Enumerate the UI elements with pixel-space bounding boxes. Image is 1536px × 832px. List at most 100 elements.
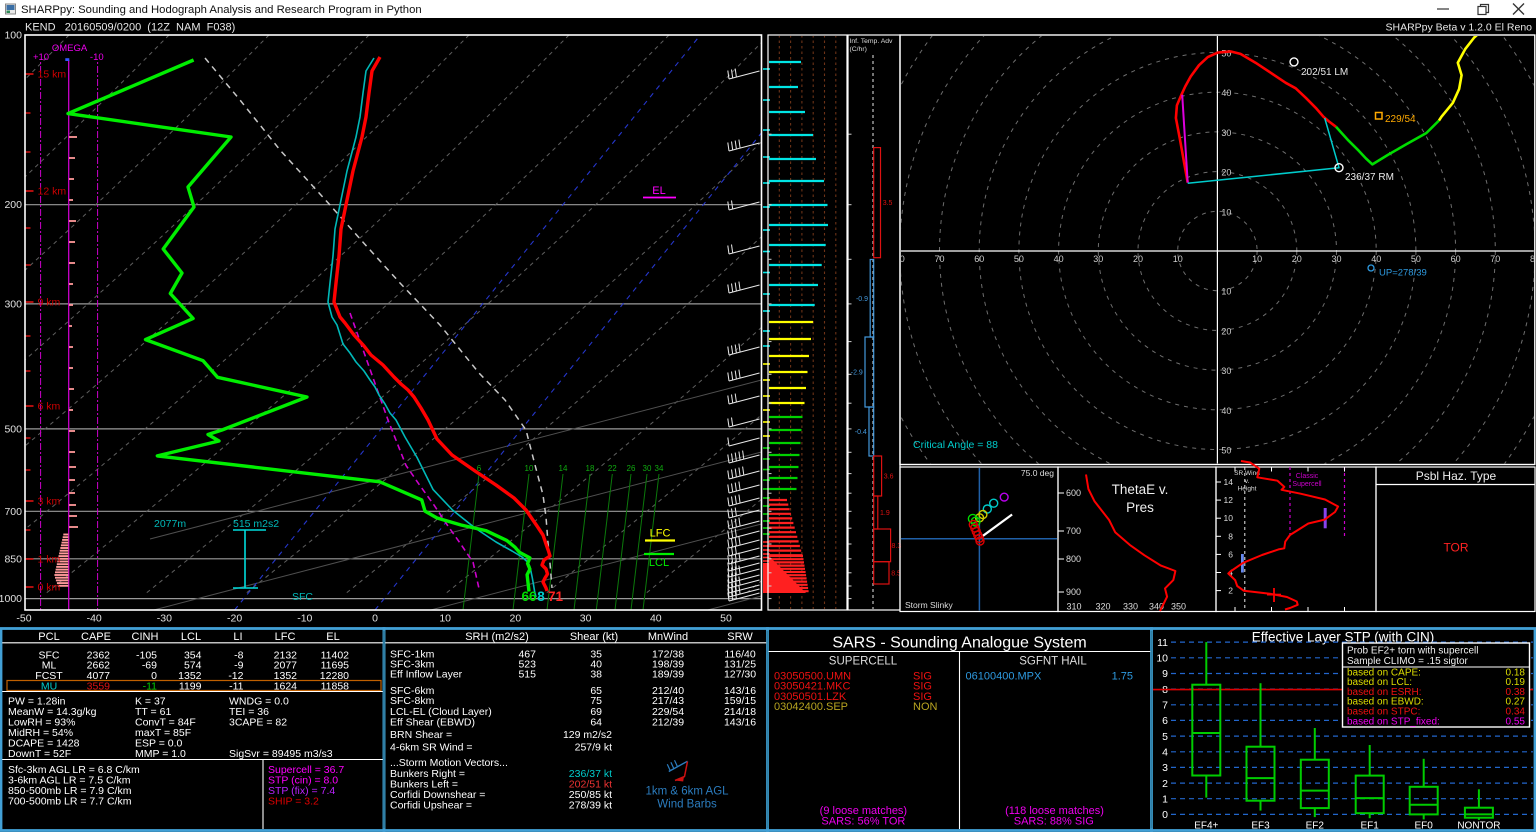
- svg-text:-10: -10: [90, 52, 104, 63]
- svg-text:Psbl Haz. Type: Psbl Haz. Type: [1416, 469, 1497, 483]
- svg-text:60: 60: [1451, 254, 1461, 264]
- svg-text:EL: EL: [652, 185, 665, 197]
- svg-text:LCL: LCL: [649, 557, 669, 569]
- svg-text:-30: -30: [157, 613, 172, 625]
- svg-text:71: 71: [548, 589, 564, 604]
- svg-text:515 m2s2: 515 m2s2: [233, 518, 279, 530]
- svg-text:38: 38: [590, 669, 602, 681]
- svg-text:06100400.MPX: 06100400.MPX: [966, 671, 1042, 683]
- svg-text:3.5: 3.5: [883, 200, 893, 207]
- svg-text:14: 14: [1224, 477, 1234, 487]
- svg-text:LFC: LFC: [650, 528, 671, 540]
- svg-text:700-500mb LR = 7.7 C/km: 700-500mb LR = 7.7 C/km: [8, 796, 132, 808]
- svg-text:500: 500: [4, 423, 22, 435]
- svg-text:22: 22: [608, 464, 617, 473]
- svg-text:0: 0: [1162, 809, 1168, 821]
- svg-text:10: 10: [1156, 653, 1168, 665]
- svg-text:Storm Slinky: Storm Slinky: [905, 600, 953, 610]
- svg-text:Wind Barbs: Wind Barbs: [657, 799, 717, 811]
- svg-text:50: 50: [1411, 254, 1421, 264]
- svg-text:10: 10: [1173, 254, 1183, 264]
- svg-text:EF4+: EF4+: [1194, 821, 1218, 832]
- svg-text:700: 700: [4, 506, 22, 518]
- svg-text:EF2: EF2: [1306, 821, 1325, 832]
- svg-text:350: 350: [1171, 602, 1186, 612]
- svg-text:-50: -50: [16, 613, 31, 625]
- svg-text:Shear (kt): Shear (kt): [570, 631, 618, 643]
- svg-text:66: 66: [521, 589, 537, 604]
- svg-text:34: 34: [655, 464, 664, 473]
- svg-text:30: 30: [1093, 254, 1103, 264]
- svg-text:9 km: 9 km: [38, 297, 61, 309]
- svg-text:NONTOR: NONTOR: [1457, 821, 1500, 832]
- svg-text:189/39: 189/39: [652, 669, 684, 681]
- svg-text:CINH: CINH: [132, 631, 159, 643]
- svg-text:Supercell: Supercell: [1292, 481, 1322, 488]
- svg-text:14: 14: [559, 464, 568, 473]
- svg-text:26: 26: [627, 464, 636, 473]
- svg-text:1.75: 1.75: [1112, 671, 1133, 683]
- svg-text:300: 300: [4, 298, 22, 310]
- svg-text:3.6: 3.6: [884, 474, 894, 481]
- svg-text:+10: +10: [33, 52, 49, 63]
- svg-text:SRH (m2/s2): SRH (m2/s2): [465, 631, 529, 643]
- svg-text:Classic: Classic: [1296, 473, 1319, 480]
- svg-text:EL: EL: [326, 631, 339, 643]
- svg-text:3 km: 3 km: [38, 496, 61, 508]
- svg-text:MMP = 1.0: MMP = 1.0: [135, 748, 186, 760]
- svg-text:DownT = 52F: DownT = 52F: [8, 748, 71, 760]
- svg-text:30: 30: [643, 464, 652, 473]
- svg-text:KEND 20160509/0200 (12Z NA: KEND 20160509/0200 (12Z NAM F038): [25, 22, 235, 34]
- svg-text:Critical Angle = 88: Critical Angle = 88: [913, 439, 998, 451]
- svg-text:20: 20: [510, 613, 522, 625]
- svg-text:MnWind: MnWind: [648, 631, 688, 643]
- svg-text:SHIP = 3.2: SHIP = 3.2: [268, 796, 319, 808]
- svg-text:based on STP_fixed:: based on STP_fixed:: [1347, 716, 1440, 727]
- svg-text:OMEGA: OMEGA: [52, 43, 88, 54]
- svg-text:20: 20: [1292, 254, 1302, 264]
- svg-text:SGFNT HAIL: SGFNT HAIL: [1019, 656, 1087, 668]
- svg-text:PCL: PCL: [38, 631, 59, 643]
- svg-text:6 km: 6 km: [38, 401, 61, 413]
- svg-text:LI: LI: [233, 631, 242, 643]
- svg-text:0: 0: [372, 613, 378, 625]
- svg-text:30: 30: [1221, 128, 1231, 138]
- svg-text:LCL: LCL: [181, 631, 201, 643]
- svg-text:ThetaE v.: ThetaE v.: [1112, 482, 1169, 497]
- svg-text:18: 18: [586, 464, 595, 473]
- svg-text:SHARPpy: Sounding and Hodograp: SHARPpy: Sounding and Hodograph Analysis…: [21, 4, 422, 16]
- svg-text:70: 70: [1490, 254, 1500, 264]
- svg-text:10: 10: [525, 464, 534, 473]
- svg-text:40: 40: [650, 613, 662, 625]
- svg-text:50: 50: [720, 613, 732, 625]
- svg-text:310: 310: [1066, 602, 1081, 612]
- svg-text:Inf. Temp. Adv: Inf. Temp. Adv: [850, 38, 894, 45]
- svg-text:229/54: 229/54: [1385, 114, 1416, 125]
- svg-text:TOR: TOR: [1443, 541, 1468, 555]
- svg-text:UP=278/39: UP=278/39: [1379, 268, 1427, 279]
- svg-text:Pres: Pres: [1126, 500, 1154, 515]
- svg-text:236/37 RM: 236/37 RM: [1345, 172, 1394, 183]
- svg-text:Eff Inflow Layer: Eff Inflow Layer: [390, 669, 463, 681]
- svg-text:30: 30: [1331, 254, 1341, 264]
- svg-text:3CAPE = 82: 3CAPE = 82: [229, 717, 287, 729]
- svg-text:40: 40: [1054, 254, 1064, 264]
- svg-text:700: 700: [1066, 526, 1081, 536]
- svg-text:6: 6: [1162, 715, 1168, 727]
- svg-text:EF3: EF3: [1251, 821, 1270, 832]
- svg-text:-0.9: -0.9: [856, 296, 868, 303]
- svg-text:800: 800: [1066, 554, 1081, 564]
- svg-text:900: 900: [1066, 587, 1081, 597]
- svg-text:03042400.SEP: 03042400.SEP: [774, 701, 848, 713]
- svg-text:2: 2: [1162, 778, 1168, 790]
- svg-text:40: 40: [1371, 254, 1381, 264]
- svg-text:SFC: SFC: [292, 591, 313, 603]
- svg-text:50: 50: [1014, 254, 1024, 264]
- svg-text:Height: Height: [1238, 486, 1257, 493]
- svg-text:127/30: 127/30: [724, 669, 756, 681]
- svg-text:EF1: EF1: [1361, 821, 1380, 832]
- svg-text:320: 320: [1095, 602, 1110, 612]
- svg-text:12 km: 12 km: [38, 186, 67, 198]
- svg-text:75.0 deg: 75.0 deg: [1021, 468, 1054, 478]
- svg-text:-20: -20: [227, 613, 242, 625]
